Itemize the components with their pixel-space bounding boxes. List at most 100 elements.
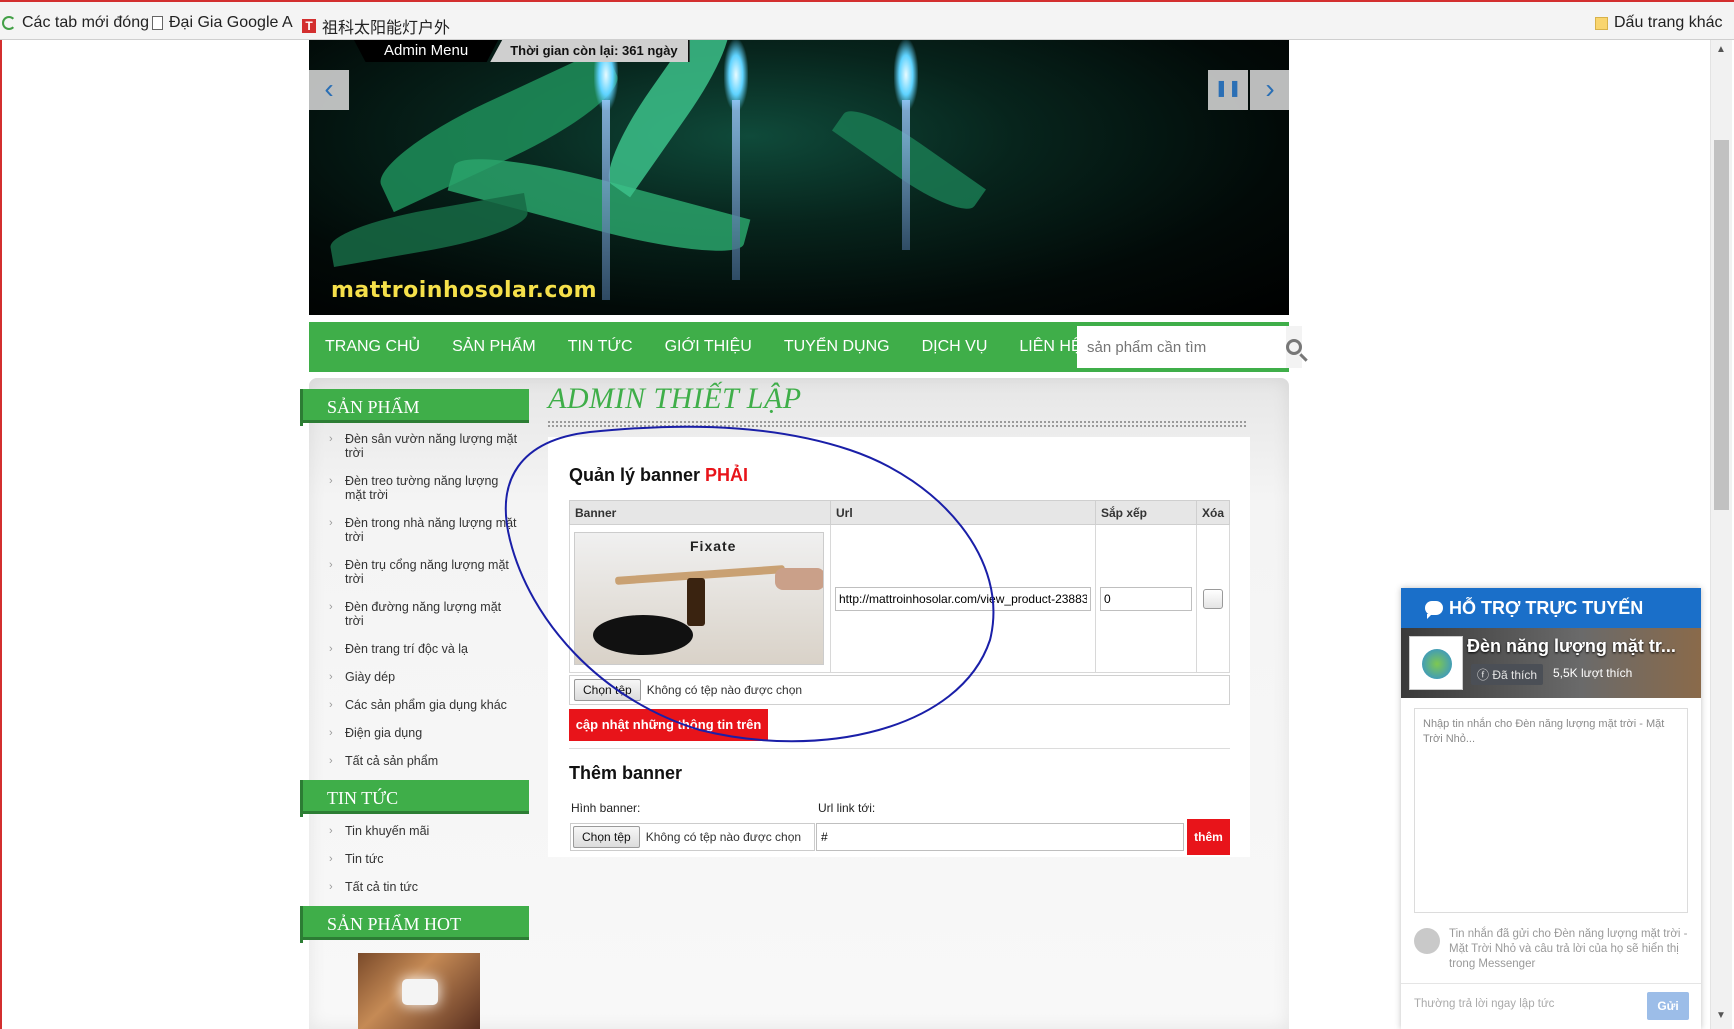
add-button[interactable]: thêm: [1187, 819, 1230, 855]
sidebar-item-street-lights[interactable]: Đèn đường năng lượng mặt trời: [328, 600, 518, 628]
image-bottle: [687, 578, 705, 626]
bookmark-other[interactable]: Dấu trang khác: [1595, 14, 1723, 32]
add-banner-title: Thêm banner: [569, 763, 683, 783]
page-title: ADMIN THIẾT LẬP: [548, 382, 802, 415]
messenger-icon: [1414, 928, 1440, 954]
nav-item-home[interactable]: TRANG CHỦ: [309, 338, 436, 356]
pause-icon: ❚❚: [1214, 80, 1242, 97]
bookmarks-bar: Các tab mới đóng Đại Gia Google A T 祖科太阳…: [0, 0, 1734, 40]
sidebar-heading-products: SẢN PHẨM: [300, 389, 529, 426]
messenger-note: Tin nhắn đã gửi cho Đèn năng lượng mặt t…: [1449, 928, 1688, 970]
page-avatar[interactable]: [1409, 636, 1463, 690]
search-input[interactable]: [1077, 326, 1286, 368]
bookmark-label: Dấu trang khác: [1614, 14, 1723, 31]
url-cell: [829, 524, 1096, 673]
slide-pause-button[interactable]: ❚❚: [1208, 70, 1248, 110]
admin-strip: Admin Menu Thời gian còn lại: 361 ngày: [354, 40, 690, 62]
response-time: Thường trả lời ngay lập tức: [1414, 998, 1555, 1010]
chat-header[interactable]: HỖ TRỢ TRỰC TUYẾN: [1401, 588, 1701, 628]
scroll-up-icon[interactable]: ▲: [1716, 44, 1726, 55]
sidebar-item-garden-lights[interactable]: Đèn sân vườn năng lượng mặt trời: [328, 432, 518, 460]
slide-prev-button[interactable]: ‹: [309, 70, 349, 110]
send-button[interactable]: Gửi: [1647, 992, 1689, 1020]
banner-brand: mattroinhosolar.com: [331, 278, 597, 303]
bookmark-recent-tabs[interactable]: Các tab mới đóng: [2, 14, 149, 32]
nav-item-products[interactable]: SẢN PHẨM: [436, 338, 552, 356]
table-row: Fixate: [569, 524, 1231, 673]
main-nav: TRANG CHỦ SẢN PHẨM TIN TỨC GIỚI THIỆU TU…: [309, 322, 1302, 372]
add-choose-file-button[interactable]: Chọn tệp: [573, 826, 640, 848]
sidebar-heading-news: TIN TỨC: [300, 780, 529, 817]
sidebar-item-all-news[interactable]: Tất cả tin tức: [328, 880, 418, 894]
add-file-field: Chọn tệp Không có tệp nào được chọn: [570, 823, 815, 851]
facebook-page-cover: Đèn năng lượng mặt tr... ⓕ Đã thích 5,5K…: [1401, 628, 1701, 698]
nav-item-news[interactable]: TIN TỨC: [552, 338, 649, 356]
bookmark-label: Đại Gia Google A: [169, 14, 293, 31]
bookmark-label: Các tab mới đóng: [22, 14, 149, 31]
search-box: [1077, 326, 1302, 368]
t-icon: T: [302, 19, 316, 33]
sidebar-heading-hot: SẢN PHẨM HOT: [300, 906, 529, 943]
sidebar-item-promotions[interactable]: Tin khuyến mãi: [328, 824, 429, 838]
image-puck: [593, 615, 693, 655]
chevron-left-icon: ‹: [324, 73, 334, 104]
add-url-input[interactable]: [816, 823, 1184, 851]
banner-sort-input[interactable]: [1099, 586, 1192, 611]
nav-item-careers[interactable]: TUYỂN DỤNG: [768, 338, 906, 356]
sidebar-item-news[interactable]: Tin tức: [328, 852, 383, 866]
sidebar-item-indoor-lights[interactable]: Đèn trong nhà năng lượng mặt trời: [328, 516, 518, 544]
lamp-stake: [602, 100, 610, 300]
scroll-down-icon[interactable]: ▼: [1716, 1010, 1726, 1021]
like-button[interactable]: ⓕ Đã thích: [1471, 664, 1544, 685]
facebook-icon: ⓕ: [1477, 668, 1493, 682]
add-image-label: Hình banner:: [571, 801, 641, 815]
bookmark-solar[interactable]: T 祖科太阳能灯户外: [302, 14, 450, 38]
nav-item-services[interactable]: DỊCH VỤ: [906, 338, 1004, 356]
hot-product-image[interactable]: [358, 953, 480, 1029]
message-input[interactable]: Nhập tin nhắn cho Đèn năng lượng mặt trờ…: [1414, 708, 1688, 913]
sort-cell: [1094, 524, 1197, 673]
manage-banner-prefix: Quản lý banner: [569, 465, 706, 485]
banner-thumbnail: Fixate: [574, 532, 824, 665]
leaf-decoration: [327, 192, 531, 268]
section-divider: [569, 748, 1230, 749]
slide-next-button[interactable]: ›: [1250, 70, 1289, 110]
page-scrollbar[interactable]: ▲ ▼: [1710, 40, 1732, 1029]
file-status: Không có tệp nào được chọn: [646, 683, 803, 697]
chat-bubble-icon: [1425, 601, 1443, 619]
title-divider: [548, 421, 1246, 427]
sidebar-item-all-products[interactable]: Tất cả sản phẩm: [328, 754, 438, 768]
sidebar-item-gate-lights[interactable]: Đèn trụ cổng năng lượng mặt trời: [328, 558, 518, 586]
search-button[interactable]: [1286, 326, 1302, 368]
banner-url-input[interactable]: [834, 586, 1091, 611]
sidebar-item-appliances[interactable]: Điện gia dụng: [328, 726, 422, 740]
banner-image-label: Fixate: [690, 538, 737, 554]
bookmark-label: 祖科太阳能灯户外: [322, 20, 451, 37]
hero-banner: Admin Menu Thời gian còn lại: 361 ngày ‹…: [309, 40, 1289, 315]
like-count: 5,5K lượt thích: [1553, 666, 1633, 680]
chat-footer: Thường trả lời ngay lập tức Gửi: [1401, 983, 1701, 1029]
page-name[interactable]: Đèn năng lượng mặt tr...: [1467, 636, 1676, 657]
banner-table: Banner Url Sắp xếp Xóa Fixate: [569, 500, 1231, 673]
add-url-label: Url link tới:: [818, 801, 876, 815]
sidebar-item-decor-lights[interactable]: Đèn trang trí độc và lạ: [328, 642, 468, 656]
scroll-thumb[interactable]: [1714, 140, 1729, 510]
admin-menu-link[interactable]: Admin Menu: [354, 40, 499, 62]
bookmark-google[interactable]: Đại Gia Google A: [152, 14, 293, 32]
col-delete: Xóa: [1195, 500, 1231, 525]
delete-checkbox[interactable]: [1202, 588, 1223, 609]
search-icon: [1286, 339, 1302, 355]
choose-file-button[interactable]: Chọn tệp: [574, 679, 641, 701]
image-hand: [775, 568, 823, 590]
banner-file-row: Chọn tệp Không có tệp nào được chọn: [569, 675, 1230, 705]
like-label: Đã thích: [1492, 668, 1538, 682]
sidebar-item-household[interactable]: Các sản phẩm gia dụng khác: [328, 698, 507, 712]
manage-banner-title: Quản lý banner PHẢI: [569, 465, 748, 486]
support-chat-widget: HỖ TRỢ TRỰC TUYẾN Đèn năng lượng mặt tr.…: [1401, 588, 1701, 1029]
refresh-icon: [2, 16, 16, 30]
sidebar-item-wall-lights[interactable]: Đèn treo tường năng lượng mặt trời: [328, 474, 518, 502]
update-button[interactable]: cập nhật những thông tin trên: [569, 709, 768, 741]
sidebar-item-shoes[interactable]: Giày dép: [328, 670, 395, 684]
nav-item-about[interactable]: GIỚI THIỆU: [649, 338, 768, 356]
manage-banner-side: PHẢI: [705, 465, 749, 485]
